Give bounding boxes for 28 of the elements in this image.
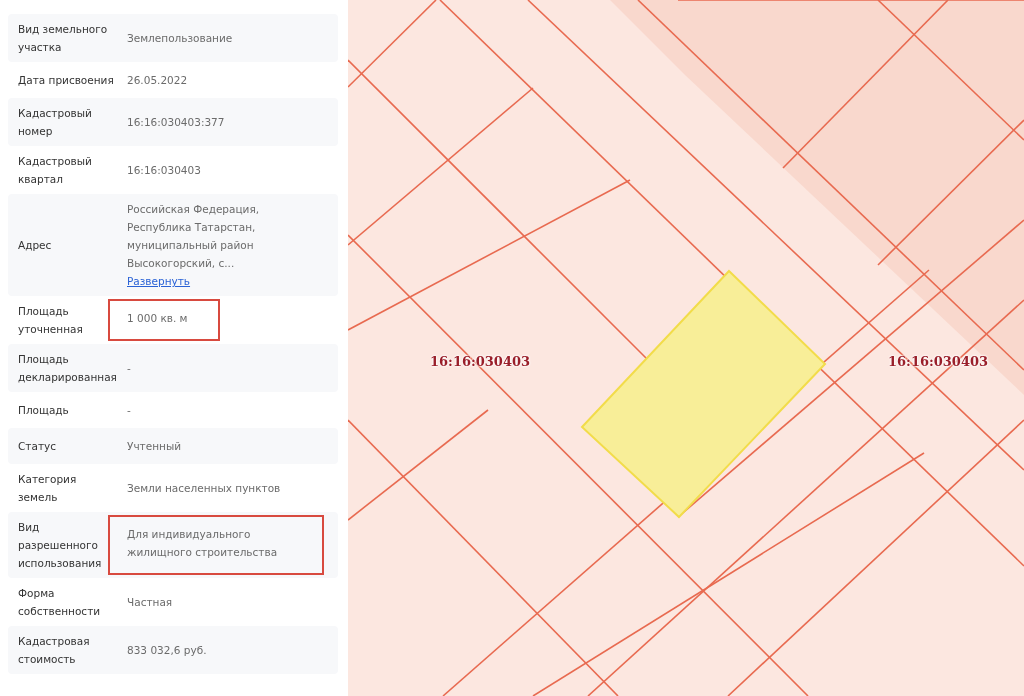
property-value: 833 032,6 руб. xyxy=(127,643,207,658)
selected-parcel[interactable] xyxy=(580,269,827,519)
property-label: Форма собственности xyxy=(17,586,102,619)
property-value: Землепользование xyxy=(127,31,233,46)
property-value: 1 000 кв. м xyxy=(127,311,188,326)
property-label: Кадастровая стоимость xyxy=(17,634,91,667)
property-label: Категория земель xyxy=(17,472,78,505)
property-label: Адрес xyxy=(17,238,53,253)
property-label: Дата присвоения xyxy=(17,73,115,88)
property-label: Вид земельного участка xyxy=(17,22,109,55)
property-value: - xyxy=(127,361,131,376)
property-value: Российская Федерация, Республика Татарстан, муниципальный район Высокогорский, с... xyxy=(127,202,261,271)
expand-link[interactable]: Развернуть xyxy=(127,272,191,290)
property-label: Площадь уточненная xyxy=(17,304,84,337)
property-value: Земли населенных пунктов xyxy=(127,481,281,496)
property-value: 16:16:030403:377 xyxy=(127,115,225,130)
property-value: 26.05.2022 xyxy=(127,73,188,88)
property-label: Вид разрешенного использования xyxy=(17,520,103,571)
property-label: Площадь декларированная xyxy=(17,352,115,385)
property-label: Кадастровый номер xyxy=(17,106,93,139)
property-label: Кадастровый квартал xyxy=(17,154,93,187)
property-value: 16:16:030403 xyxy=(127,163,201,178)
property-label: Статус xyxy=(17,439,57,454)
property-value: - xyxy=(127,403,131,418)
property-value: Частная xyxy=(127,595,173,610)
property-value: Для индивидуального жилищного строительства xyxy=(127,527,279,560)
property-label: Площадь xyxy=(17,403,70,418)
property-value: Учтенный xyxy=(127,439,182,454)
